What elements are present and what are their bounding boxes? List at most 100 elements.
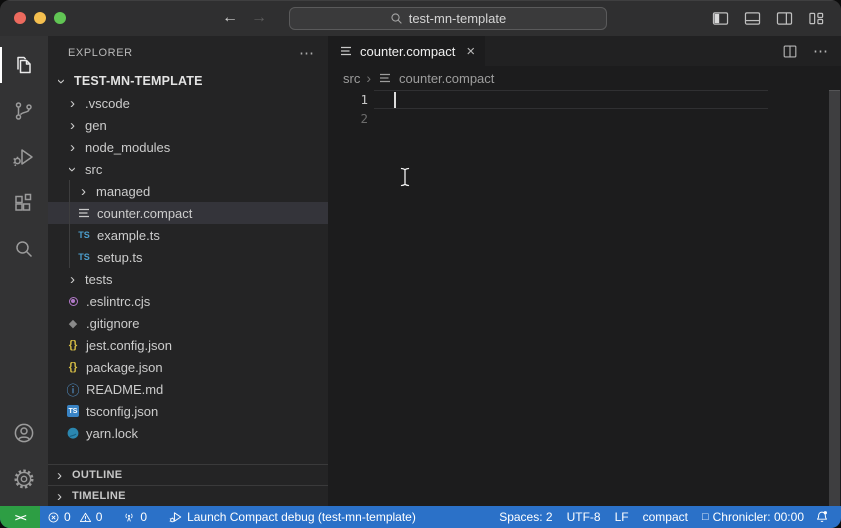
tree-item-label: yarn.lock (81, 426, 138, 441)
list-file-icon (377, 70, 393, 86)
chevron-down-icon: › (54, 74, 69, 89)
vertical-scrollbar[interactable] (829, 90, 840, 506)
tree-item-example-ts[interactable]: TSexample.ts (48, 224, 328, 246)
launch-label: Launch Compact debug (test-mn-template) (187, 510, 416, 524)
outline-section-header[interactable]: › OUTLINE (48, 464, 328, 485)
tree-item-yarn-lock[interactable]: yarn.lock (48, 422, 328, 444)
tree-item-label: gen (80, 118, 107, 133)
minimize-button[interactable] (34, 12, 46, 24)
chronicler-item[interactable]: □ Chronicler: 00:00 (695, 510, 811, 524)
tree-item-label: src (80, 162, 102, 177)
indentation-item[interactable]: Spaces: 2 (492, 510, 559, 524)
source-control-icon[interactable] (0, 88, 48, 134)
encoding-item[interactable]: UTF-8 (560, 510, 608, 524)
chevron-right-icon: › (65, 96, 80, 111)
chevron-down-icon: › (65, 162, 80, 177)
tree-item-label: managed (91, 184, 150, 199)
extensions-icon[interactable] (0, 180, 48, 226)
notifications-bell[interactable] (811, 510, 833, 524)
breadcrumb-folder[interactable]: src (343, 71, 360, 86)
tree-item-eslintrc-cjs[interactable]: .eslintrc.cjs (48, 290, 328, 312)
window-controls (0, 12, 66, 24)
list-file-icon (338, 43, 354, 59)
activity-bar (0, 36, 48, 506)
command-center-search[interactable]: test-mn-template (289, 7, 607, 30)
more-actions-icon[interactable]: ⋯ (299, 44, 314, 62)
tree-item-jest-config-json[interactable]: {}jest.config.json (48, 334, 328, 356)
explorer-icon[interactable] (0, 42, 48, 88)
tree-item-label: .gitignore (81, 316, 139, 331)
tsconfig-file-icon: TS (65, 403, 81, 419)
git-file-icon: ◆ (65, 315, 81, 331)
history-nav: ← → (222, 9, 267, 27)
search-icon[interactable] (0, 226, 48, 272)
language-mode-item[interactable]: compact (636, 510, 695, 524)
tree-item-label: README.md (81, 382, 163, 397)
tree-item-gen[interactable]: ›gen (48, 114, 328, 136)
explorer-sidebar: EXPLORER ⋯ ›TEST-MN-TEMPLATE›.vscode›gen… (48, 36, 328, 506)
tree-item-managed[interactable]: ›managed (48, 180, 328, 202)
launch-debug-item[interactable]: Launch Compact debug (test-mn-template) (162, 506, 423, 528)
close-button[interactable] (14, 12, 26, 24)
json-file-icon: {} (65, 359, 81, 375)
editor-area: counter.compact × ⋯ src › counter.compac… (328, 36, 841, 506)
list-file-icon (76, 205, 92, 221)
tree-item-label: jest.config.json (81, 338, 172, 353)
toggle-panel-icon[interactable] (744, 11, 761, 26)
layout-controls (712, 11, 841, 26)
more-actions-icon[interactable]: ⋯ (813, 42, 828, 60)
tab-bar: counter.compact × ⋯ (328, 36, 841, 66)
sidebar-header: EXPLORER ⋯ (48, 36, 328, 70)
customize-layout-icon[interactable] (808, 11, 825, 26)
chevron-right-icon: › (52, 468, 67, 483)
run-and-debug-icon[interactable] (0, 134, 48, 180)
search-icon (390, 12, 403, 25)
typescript-file-icon: TS (76, 249, 92, 265)
tree-item-counter-compact[interactable]: counter.compact (48, 202, 328, 224)
tree-item-tests[interactable]: ›tests (48, 268, 328, 290)
tree-item-node-modules[interactable]: ›node_modules (48, 136, 328, 158)
eslint-file-icon (65, 293, 81, 309)
ports-count: 0 (140, 510, 147, 524)
breadcrumb-file[interactable]: counter.compact (399, 71, 494, 86)
tree-item-label: TEST-MN-TEMPLATE (69, 74, 203, 88)
close-tab-icon[interactable]: × (466, 43, 475, 60)
tree-item-src[interactable]: ›src (48, 158, 328, 180)
remote-indicator[interactable]: >< (0, 506, 40, 528)
timeline-section-header[interactable]: › TIMELINE (48, 485, 328, 506)
tree-item-test-mn-template[interactable]: ›TEST-MN-TEMPLATE (48, 70, 328, 92)
text-cursor (394, 92, 396, 108)
readme-info-icon: ⓘ (65, 381, 81, 397)
json-file-icon: {} (65, 337, 81, 353)
tab-counter-compact[interactable]: counter.compact × (328, 36, 485, 66)
tree-item-gitignore[interactable]: ◆.gitignore (48, 312, 328, 334)
code-editor[interactable]: 1 2 (328, 90, 841, 506)
tree-item-readme-md[interactable]: ⓘREADME.md (48, 378, 328, 400)
timeline-label: TIMELINE (67, 490, 126, 502)
settings-gear-icon[interactable] (0, 456, 48, 502)
toggle-secondary-sidebar-icon[interactable] (776, 11, 793, 26)
eol-item[interactable]: LF (608, 510, 636, 524)
tree-item-label: counter.compact (92, 206, 192, 221)
back-arrow-icon[interactable]: ← (222, 9, 238, 27)
tree-item-label: example.ts (92, 228, 160, 243)
forward-arrow-icon[interactable]: → (251, 9, 267, 27)
tree-item-package-json[interactable]: {}package.json (48, 356, 328, 378)
chronicler-label: Chronicler: 00:00 (713, 510, 804, 524)
titlebar: ← → test-mn-template (0, 0, 841, 36)
chevron-right-icon: › (76, 184, 91, 199)
breadcrumb: src › counter.compact (328, 66, 841, 90)
split-editor-icon[interactable] (782, 44, 798, 59)
tree-item-tsconfig-json[interactable]: TStsconfig.json (48, 400, 328, 422)
line-number: 1 (328, 90, 368, 109)
zoom-button[interactable] (54, 12, 66, 24)
vscode-window: ← → test-mn-template (0, 0, 841, 528)
tree-item-setup-ts[interactable]: TSsetup.ts (48, 246, 328, 268)
ports-indicator[interactable]: 0 (115, 506, 154, 528)
typescript-file-icon: TS (76, 227, 92, 243)
problems-indicator[interactable]: 0 0 (40, 506, 109, 528)
tree-item-vscode[interactable]: ›.vscode (48, 92, 328, 114)
accounts-icon[interactable] (0, 410, 48, 456)
yarn-file-icon (65, 425, 81, 441)
toggle-sidebar-icon[interactable] (712, 11, 729, 26)
